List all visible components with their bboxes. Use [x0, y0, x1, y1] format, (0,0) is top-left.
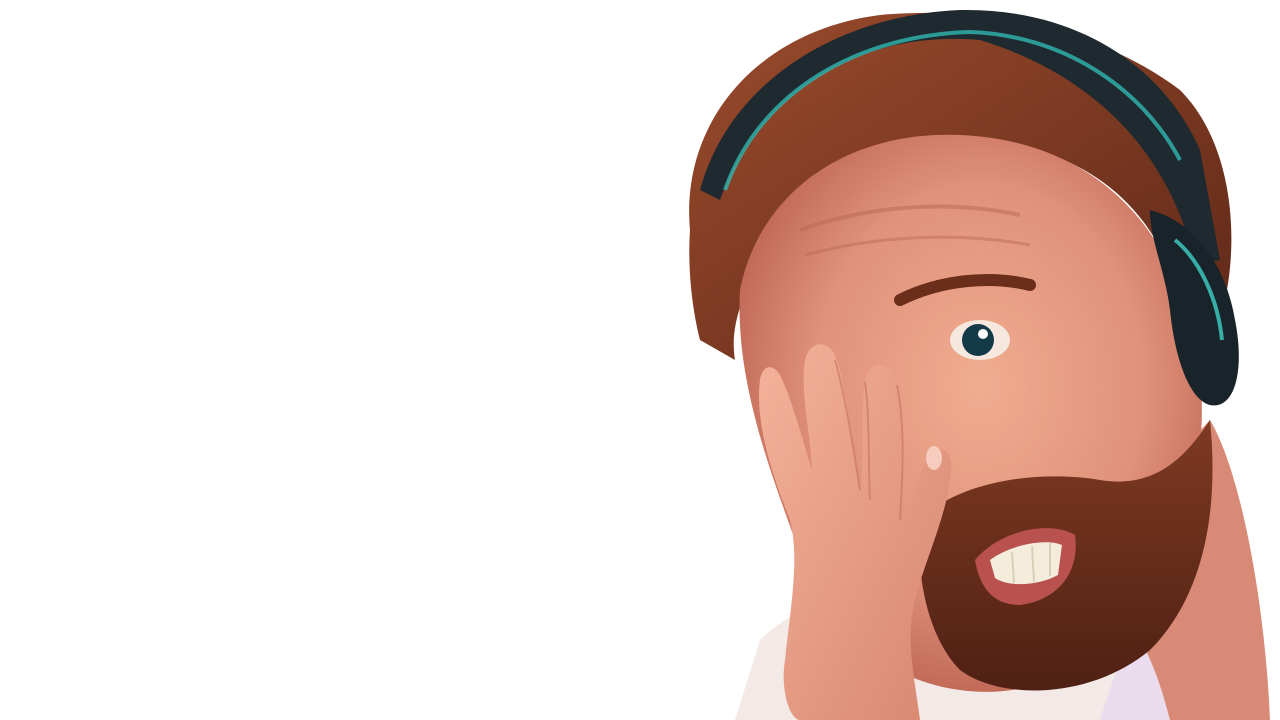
- eye-iris: [962, 324, 994, 356]
- person-cutout-image: [689, 9, 1270, 720]
- photo-stage: [0, 0, 1280, 720]
